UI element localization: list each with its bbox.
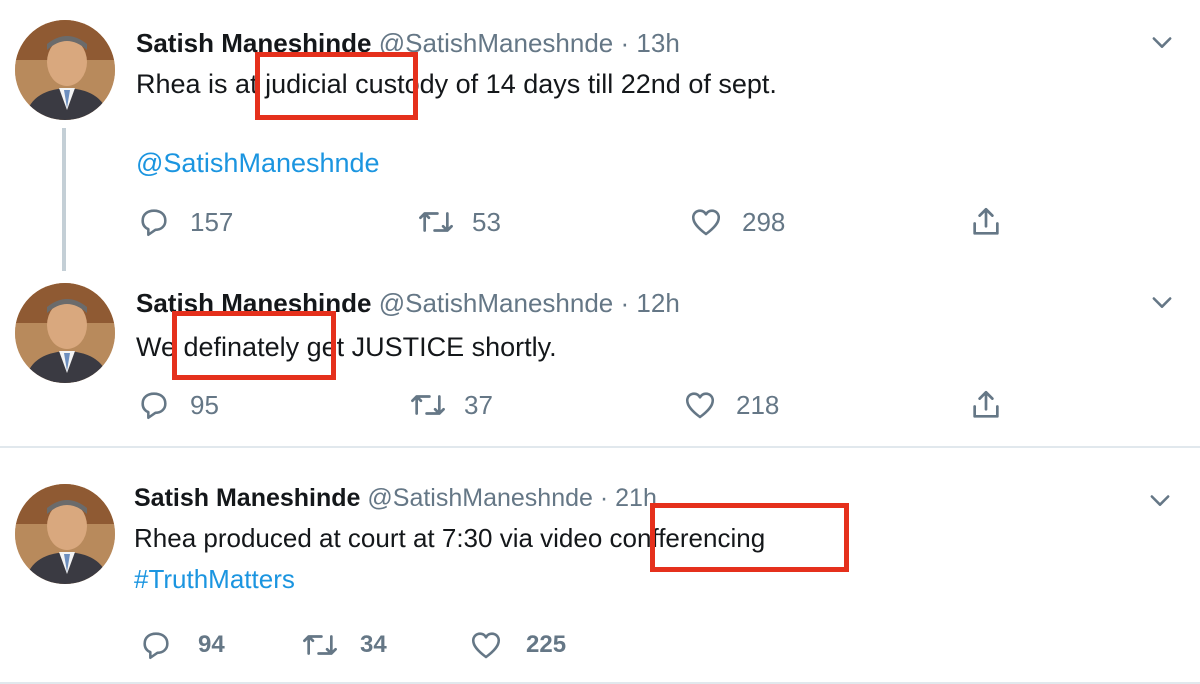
highlight-box-definately [172,311,336,380]
author-name[interactable]: Satish Maneshinde [134,484,360,512]
avatar-image [15,283,115,383]
timestamp[interactable]: 12h [636,288,679,318]
avatar[interactable] [15,20,115,120]
hashtag-link[interactable]: #TruthMatters [134,564,295,595]
reply-button[interactable]: 94 [138,628,225,662]
share-icon [973,207,999,235]
avatar[interactable] [15,484,115,584]
reply-count: 95 [190,389,219,420]
author-handle[interactable]: @SatishManeshnde [379,288,614,318]
like-icon [685,392,715,419]
retweet-button[interactable]: 34 [300,628,387,662]
retweet-button[interactable]: 53 [416,205,501,239]
reply-button[interactable]: 95 [136,388,219,422]
tweet-3[interactable]: Satish Maneshinde @SatishManeshnde · 21h… [0,448,1200,684]
reply-count: 157 [190,206,234,237]
more-options-button[interactable] [1148,288,1176,316]
separator: · [599,484,609,512]
tweet-1[interactable]: Satish Maneshinde @SatishManeshnde · 13h… [0,0,1200,272]
like-button[interactable]: 218 [682,388,779,422]
avatar-image [15,484,115,584]
retweet-icon [419,212,453,232]
chevron-down-icon [1150,495,1170,506]
reply-button[interactable]: 157 [136,205,233,239]
reply-icon [141,209,167,237]
mention-link[interactable]: @SatishManeshnde [136,148,380,179]
thread-connector [62,128,66,271]
like-icon [691,209,721,236]
retweet-count: 34 [360,631,387,658]
chevron-down-icon [1152,297,1172,308]
like-count: 298 [742,206,786,237]
tweet-header: Satish Maneshinde @SatishManeshnde · 21h [134,484,657,513]
highlight-box-confferencing [650,503,849,572]
share-button[interactable] [968,388,1004,422]
author-handle[interactable]: @SatishManeshnde [367,484,593,512]
separator: · [620,288,630,318]
like-count: 225 [526,631,567,658]
like-button[interactable]: 298 [688,205,785,239]
share-icon [973,390,999,418]
retweet-icon [303,635,337,655]
reply-icon [143,632,169,660]
chevron-down-icon [1152,37,1172,48]
timestamp[interactable]: 13h [636,28,679,58]
separator: · [620,28,630,58]
like-icon [471,632,501,659]
like-button[interactable]: 225 [468,628,566,662]
retweet-icon [411,395,445,415]
tweet-text: Rhea is at judicial custody of 14 days t… [136,69,777,99]
reply-count: 94 [198,631,225,658]
avatar[interactable] [15,283,115,383]
highlight-box-judicial [255,52,418,120]
reply-icon [141,392,167,420]
retweet-count: 53 [472,206,501,237]
more-options-button[interactable] [1146,486,1174,514]
more-options-button[interactable] [1148,28,1176,56]
avatar-image [15,20,115,120]
retweet-button[interactable]: 37 [408,388,493,422]
like-count: 218 [736,389,780,420]
share-button[interactable] [968,205,1004,239]
retweet-count: 37 [464,389,493,420]
